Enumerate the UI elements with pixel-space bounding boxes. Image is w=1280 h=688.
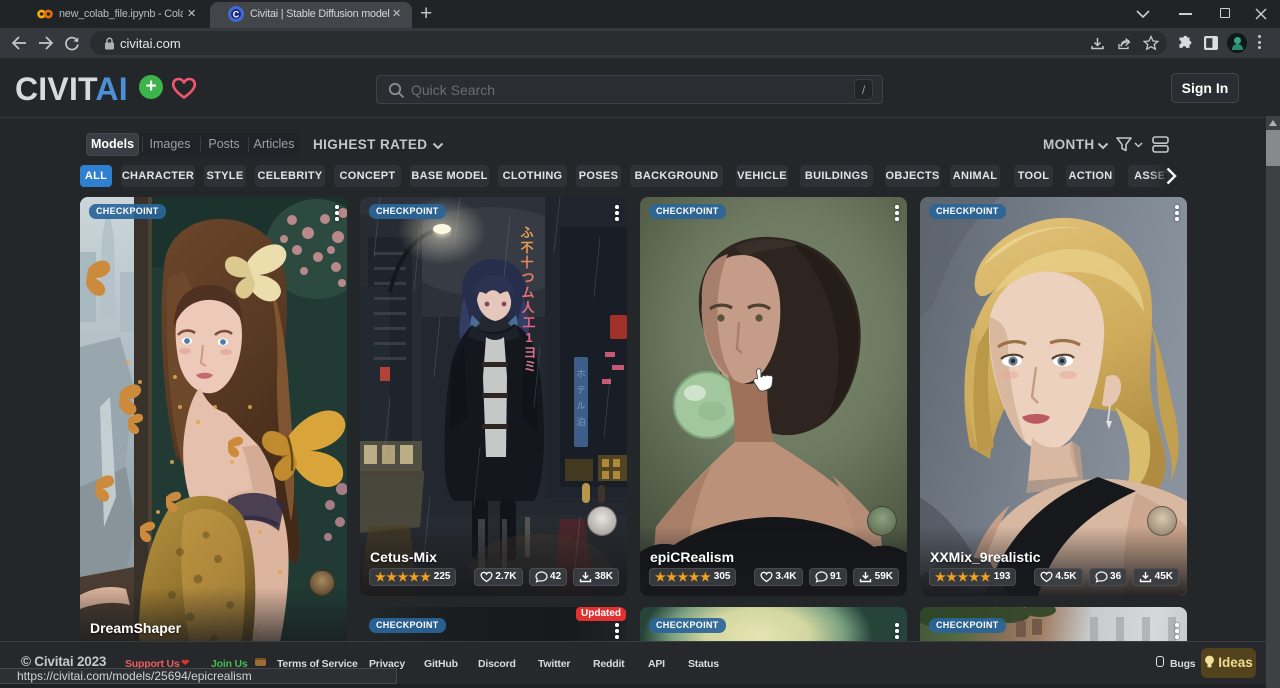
svg-text:十: 十 bbox=[520, 255, 533, 270]
svg-text:人: 人 bbox=[521, 300, 535, 315]
svg-text:ル: ル bbox=[576, 401, 585, 411]
svg-text:工: 工 bbox=[522, 315, 535, 330]
svg-text:テ: テ bbox=[576, 385, 585, 395]
svg-text:ふ: ふ bbox=[520, 225, 533, 240]
svg-text:ホ: ホ bbox=[576, 369, 585, 379]
svg-text:つ: つ bbox=[521, 270, 534, 285]
svg-text:ム: ム bbox=[521, 285, 534, 300]
svg-text:1: 1 bbox=[525, 330, 532, 345]
svg-text:C: C bbox=[233, 9, 240, 19]
svg-text:ミ: ミ bbox=[523, 359, 536, 374]
svg-text:ヨ: ヨ bbox=[523, 345, 536, 360]
svg-text:泊: 泊 bbox=[576, 417, 585, 427]
svg-text:不: 不 bbox=[520, 240, 533, 255]
